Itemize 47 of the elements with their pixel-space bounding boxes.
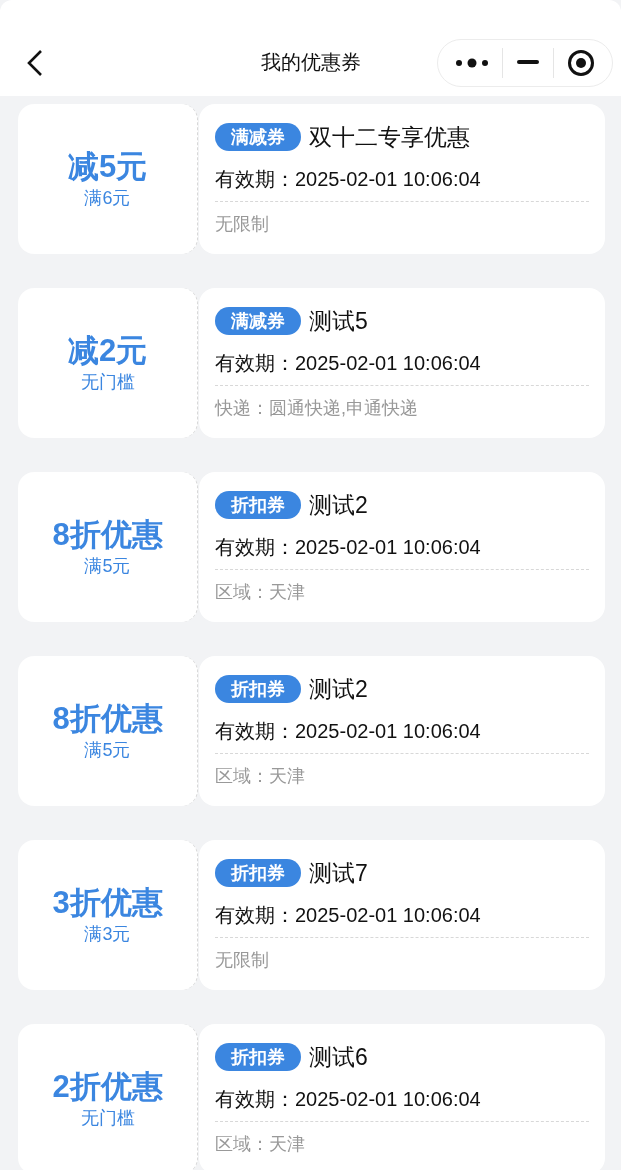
coupon-name: 测试5 — [309, 306, 368, 336]
coupon-name: 测试7 — [309, 858, 368, 888]
validity-text: 有效期：2025-02-01 10:06:04 — [215, 1086, 589, 1122]
discount-amount: 2折优惠 — [52, 1068, 163, 1106]
coupon-type-tag: 折扣券 — [215, 859, 301, 887]
coupon-card[interactable]: 折扣券 测试2 有效期：2025-02-01 10:06:04 区域：天津 — [199, 472, 605, 622]
threshold-text: 满5元 — [84, 554, 131, 578]
threshold-text: 满5元 — [84, 738, 131, 762]
page-title: 我的优惠券 — [260, 50, 361, 75]
validity-text: 有效期：2025-02-01 10:06:04 — [215, 718, 589, 754]
back-icon[interactable] — [26, 49, 44, 77]
coupon-type-tag: 折扣券 — [215, 491, 301, 519]
more-icon[interactable] — [454, 57, 489, 69]
minimize-icon[interactable] — [517, 60, 539, 66]
coupon-card[interactable]: 折扣券 测试2 有效期：2025-02-01 10:06:04 区域：天津 — [199, 656, 605, 806]
threshold-text: 满3元 — [84, 922, 131, 946]
discount-amount: 减5元 — [67, 148, 148, 186]
coupon-name: 测试2 — [309, 674, 368, 704]
scope-text: 快递：圆通快递,申通快递 — [215, 397, 419, 420]
validity-text: 有效期：2025-02-01 10:06:04 — [215, 902, 589, 938]
close-icon[interactable] — [567, 49, 596, 77]
threshold-text: 无门槛 — [80, 1106, 135, 1130]
scope-text: 区域：天津 — [215, 581, 306, 604]
validity-text: 有效期：2025-02-01 10:06:04 — [215, 350, 589, 386]
discount-amount: 减2元 — [67, 332, 148, 370]
discount-amount: 8折优惠 — [52, 700, 163, 738]
threshold-text: 满6元 — [84, 186, 131, 210]
coupon-name: 测试2 — [309, 490, 368, 520]
scope-text: 无限制 — [215, 949, 270, 972]
validity-text: 有效期：2025-02-01 10:06:04 — [215, 534, 589, 570]
scope-text: 区域：天津 — [215, 1133, 306, 1156]
discount-amount: 8折优惠 — [52, 516, 163, 554]
threshold-text: 无门槛 — [80, 370, 135, 394]
scope-text: 无限制 — [215, 213, 270, 236]
coupon-type-tag: 满减券 — [215, 123, 301, 151]
coupon-card[interactable]: 折扣券 测试6 有效期：2025-02-01 10:06:04 区域：天津 — [199, 1024, 605, 1170]
coupon-type-tag: 满减券 — [215, 307, 301, 335]
coupon-card[interactable]: 满减券 双十二专享优惠 有效期：2025-02-01 10:06:04 无限制 — [199, 104, 605, 254]
discount-amount: 3折优惠 — [52, 884, 163, 922]
coupon-type-tag: 折扣券 — [215, 675, 301, 703]
coupon-name: 测试6 — [309, 1042, 368, 1072]
coupon-card[interactable]: 满减券 测试5 有效期：2025-02-01 10:06:04 快递：圆通快递,申通快递 — [199, 288, 605, 438]
coupon-type-tag: 折扣券 — [215, 1043, 301, 1071]
validity-text: 有效期：2025-02-01 10:06:04 — [215, 166, 589, 202]
coupon-name: 双十二专享优惠 — [309, 122, 470, 152]
scope-text: 区域：天津 — [215, 765, 306, 788]
coupon-card[interactable]: 折扣券 测试7 有效期：2025-02-01 10:06:04 无限制 — [199, 840, 605, 990]
